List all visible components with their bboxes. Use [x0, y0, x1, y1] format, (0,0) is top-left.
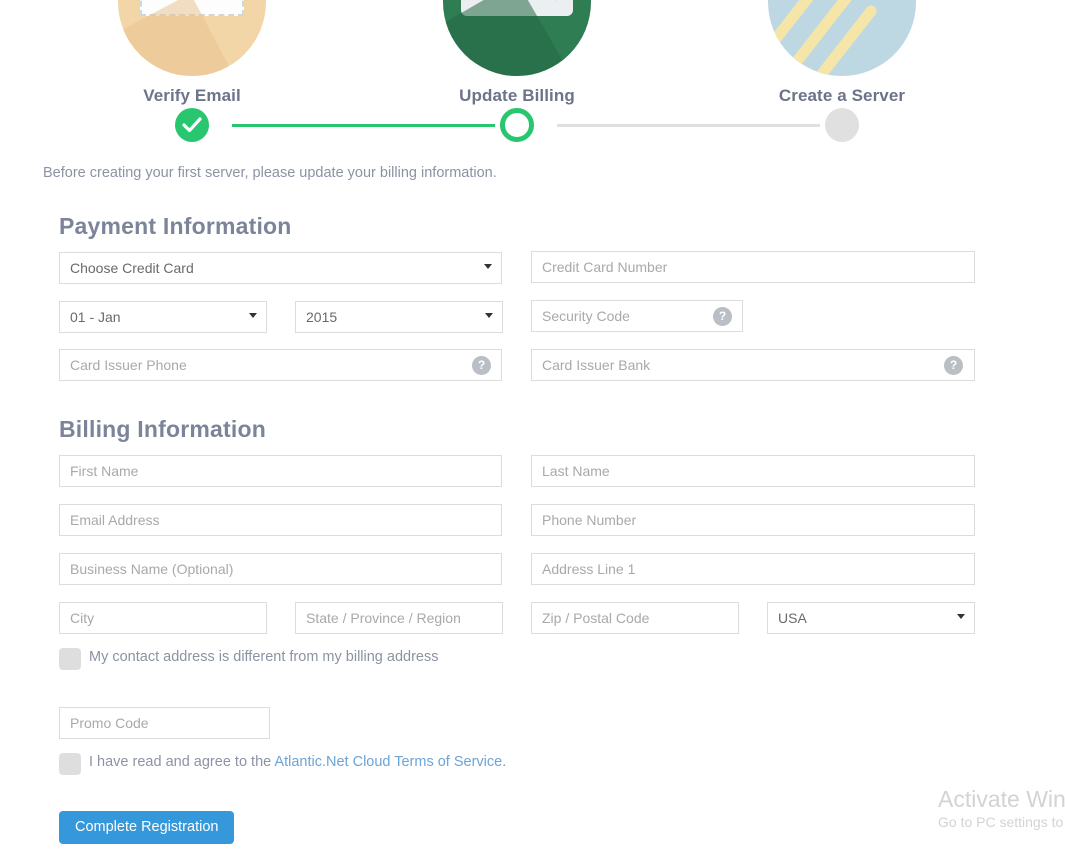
terms-suffix-text: .: [502, 754, 507, 770]
watermark-subtitle: Go to PC settings to activate Windows.: [938, 814, 1065, 830]
contact-address-different-checkbox[interactable]: [59, 648, 81, 670]
progress-bar-completed: [232, 124, 495, 127]
complete-registration-button[interactable]: Complete Registration: [59, 811, 235, 844]
card-issuer-phone-input[interactable]: Card Issuer Phone: [59, 349, 502, 381]
terms-agreement-label: I have read and agree to the Atlantic.Ne…: [89, 754, 506, 770]
payment-information-heading: Payment Information: [59, 213, 292, 239]
terms-of-service-link[interactable]: Atlantic.Net Cloud Terms of Service: [274, 754, 502, 770]
windows-activation-watermark: Activate Windows Go to PC settings to ac…: [938, 785, 1065, 832]
email-address-input[interactable]: Email Address: [59, 504, 502, 536]
billing-registration-page: Verify Email Update Billing Create a Ser…: [0, 0, 1065, 859]
terms-agreement-checkbox[interactable]: [59, 753, 81, 775]
last-name-input[interactable]: Last Name: [531, 455, 975, 487]
progress-track: [0, 108, 1000, 142]
card-issuer-bank-help-icon[interactable]: ?: [944, 356, 963, 375]
country-select-value: USA: [778, 610, 807, 626]
credit-card-select[interactable]: Choose Credit Card: [59, 252, 502, 284]
security-code-help-icon[interactable]: ?: [713, 307, 732, 326]
step-create-server[interactable]: Create a Server: [734, 0, 950, 106]
step-label-update-billing: Update Billing: [459, 86, 575, 105]
card-issuer-bank-input[interactable]: Card Issuer Bank: [531, 349, 975, 381]
business-name-input[interactable]: Business Name (Optional): [59, 553, 502, 585]
progress-bar-remaining: [557, 124, 820, 127]
step-label-verify-email: Verify Email: [143, 86, 241, 105]
envelope-illustration-icon: [118, 0, 266, 76]
chevron-down-icon: [485, 313, 493, 318]
progress-node-update-billing[interactable]: [500, 108, 534, 142]
credit-card-select-value: Choose Credit Card: [70, 260, 194, 276]
promo-code-input[interactable]: Promo Code: [59, 707, 270, 739]
contact-address-different-label: My contact address is different from my …: [89, 649, 439, 665]
credit-card-number-input[interactable]: Credit Card Number: [531, 251, 975, 283]
progress-node-verify-email-check-icon[interactable]: [175, 108, 209, 142]
watermark-title: Activate Windows: [938, 786, 1065, 812]
rocket-illustration-icon: [768, 0, 916, 76]
expiry-month-select[interactable]: 01 - Jan: [59, 301, 267, 333]
intro-text: Before creating your first server, pleas…: [43, 165, 497, 181]
card-issuer-phone-help-icon[interactable]: ?: [472, 356, 491, 375]
phone-number-input[interactable]: Phone Number: [531, 504, 975, 536]
chevron-down-icon: [249, 313, 257, 318]
step-verify-email[interactable]: Verify Email: [84, 0, 300, 106]
step-update-billing[interactable]: Update Billing: [409, 0, 625, 106]
billing-information-heading: Billing Information: [59, 416, 266, 442]
security-code-input[interactable]: Security Code: [531, 300, 743, 332]
step-label-create-server: Create a Server: [778, 86, 906, 105]
expiry-year-value: 2015: [306, 309, 338, 325]
chevron-down-icon: [484, 264, 492, 269]
credit-card-illustration-icon: [443, 0, 591, 76]
country-select[interactable]: USA: [767, 602, 975, 634]
first-name-input[interactable]: First Name: [59, 455, 502, 487]
address-line-1-input[interactable]: Address Line 1: [531, 553, 975, 585]
city-input[interactable]: City: [59, 602, 267, 634]
progress-node-create-server[interactable]: [825, 108, 859, 142]
terms-prefix-text: I have read and agree to the: [89, 754, 275, 770]
expiry-year-select[interactable]: 2015: [295, 301, 503, 333]
zip-postal-code-input[interactable]: Zip / Postal Code: [531, 602, 739, 634]
chevron-down-icon: [957, 614, 965, 619]
expiry-month-value: 01 - Jan: [70, 309, 121, 325]
state-province-input[interactable]: State / Province / Region: [295, 602, 503, 634]
